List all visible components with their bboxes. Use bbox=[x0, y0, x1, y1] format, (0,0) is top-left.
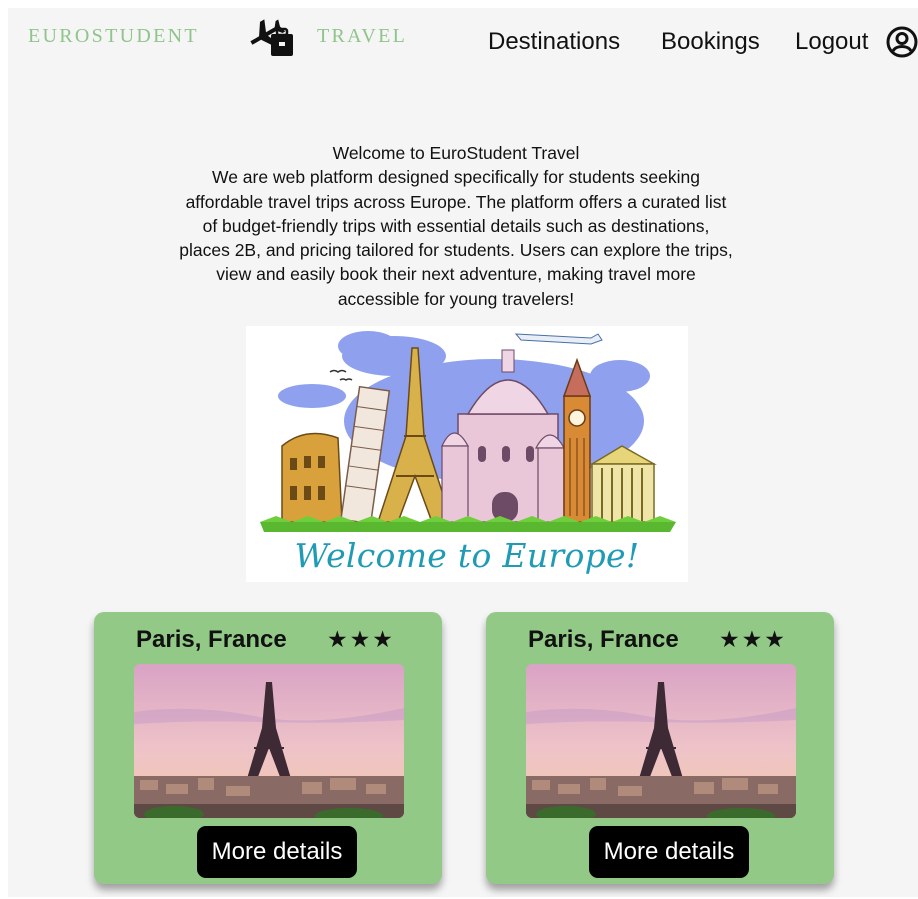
paris-eiffel-tower-photo bbox=[134, 664, 404, 818]
intro-line: We are web platform designed specificall… bbox=[212, 167, 700, 188]
nav-logout[interactable]: Logout bbox=[795, 22, 868, 62]
plane-luggage-icon[interactable] bbox=[245, 12, 301, 62]
intro-text: Welcome to EuroStudent Travel We are web… bbox=[108, 141, 804, 311]
intro-line: view and easily book their next adventur… bbox=[216, 264, 696, 285]
intro-heading: Welcome to EuroStudent Travel bbox=[332, 143, 580, 163]
trip-title: Paris, France bbox=[528, 626, 679, 653]
intro-line: accessible for young travelers! bbox=[337, 288, 575, 309]
intro-line: of budget-friendly trips with essential … bbox=[202, 215, 710, 236]
star-rating-icon: ★★★ bbox=[327, 626, 395, 652]
star-rating-icon: ★★★ bbox=[719, 626, 787, 652]
trip-photo bbox=[526, 664, 796, 818]
account-circle-icon[interactable] bbox=[886, 26, 918, 58]
intro-line: places 2B, and pricing tailored for stud… bbox=[179, 240, 733, 261]
more-details-button[interactable]: More details bbox=[589, 826, 749, 878]
trip-card[interactable]: Paris, France ★★★ More details bbox=[486, 612, 834, 884]
intro-line: affordable travel trips across Europe. T… bbox=[185, 191, 727, 212]
more-details-button[interactable]: More details bbox=[197, 826, 357, 878]
brand-name-right[interactable]: TRAVEL bbox=[317, 25, 407, 48]
trip-card[interactable]: Paris, France ★★★ More details bbox=[94, 612, 442, 884]
trip-title: Paris, France bbox=[136, 626, 287, 653]
brand-name-left[interactable]: EUROSTUDENT bbox=[28, 25, 199, 48]
app-window: EUROSTUDENT TRAVEL Destinations Bookings… bbox=[8, 8, 918, 897]
nav-bookings[interactable]: Bookings bbox=[661, 22, 760, 62]
nav-destinations[interactable]: Destinations bbox=[488, 22, 620, 62]
trip-photo bbox=[134, 664, 404, 818]
hero-illustration: Welcome to Europe! bbox=[246, 326, 688, 582]
paris-eiffel-tower-photo bbox=[526, 664, 796, 818]
hero-caption: Welcome to Europe! bbox=[294, 536, 640, 575]
